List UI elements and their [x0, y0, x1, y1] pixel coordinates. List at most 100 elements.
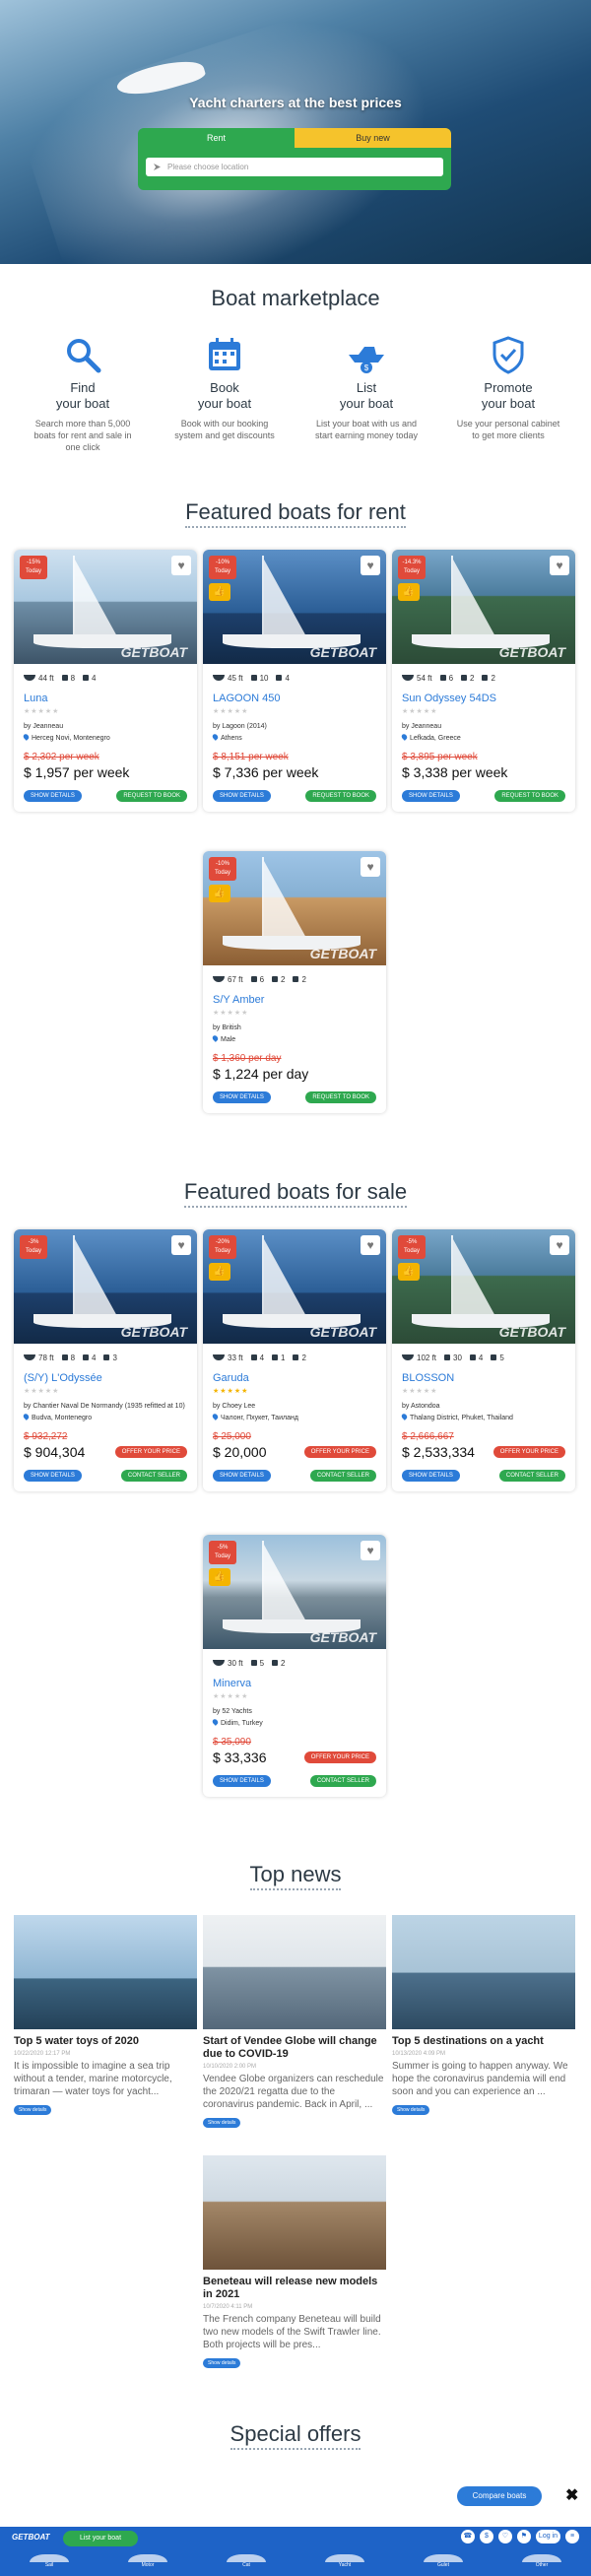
- tab-rent[interactable]: Rent: [138, 128, 295, 148]
- boat-card[interactable]: GETBOAT -20% Today 👍 ♥ 33 ft 4 1 2 Garuda ★★★★★ by …: [203, 1229, 386, 1491]
- list-your-boat-button[interactable]: List your boat: [63, 2531, 138, 2546]
- tab-buy-new[interactable]: Buy new: [295, 128, 451, 148]
- contact-seller-button[interactable]: Contact seller: [498, 1470, 565, 1482]
- boat-photo[interactable]: GETBOAT -10% Today 👍 ♥: [203, 851, 386, 965]
- news-photo[interactable]: [14, 1915, 197, 2029]
- news-date: 10/22/2020 12:17 PM: [14, 2051, 71, 2057]
- heart-icon[interactable]: ♥: [361, 857, 380, 877]
- boat-photo[interactable]: GETBOAT -3% Today ♥: [14, 1229, 197, 1344]
- boat-photo[interactable]: GETBOAT -14.3% Today 👍 ♥: [392, 550, 575, 664]
- boat-photo[interactable]: GETBOAT -15% Today ♥: [14, 550, 197, 664]
- news-title[interactable]: Top 5 destinations on a yacht: [392, 2035, 575, 2048]
- heart-icon[interactable]: ♥: [361, 1235, 380, 1255]
- boat-card[interactable]: GETBOAT -14.3% Today 👍 ♥ 54 ft 6 2 2 Sun Odyssey …: [392, 550, 575, 812]
- flag-icon[interactable]: ⚑: [516, 2530, 531, 2543]
- boat-card[interactable]: GETBOAT -5% Today 👍 ♥ 102 ft 30 4 5 BLOSSON ★★★★★ b…: [392, 1229, 575, 1491]
- show-details-button[interactable]: Show details: [203, 2358, 241, 2368]
- news-item[interactable]: Top 5 water toys of 2020 10/22/2020 12:17…: [14, 1915, 197, 2116]
- boat-photo[interactable]: GETBOAT -10% Today 👍 ♥: [203, 550, 386, 664]
- heart-icon[interactable]: ♥: [550, 556, 569, 575]
- heart-icon[interactable]: ♥: [361, 556, 380, 575]
- footer-category[interactable]: Sail: [30, 2554, 69, 2574]
- location: Thalang District, Phuket, Thailand: [392, 1410, 575, 1421]
- heart-icon[interactable]: ♥: [361, 1541, 380, 1560]
- footer-category[interactable]: Gulet: [424, 2554, 463, 2574]
- offer-price-button[interactable]: Offer your price: [492, 1446, 565, 1458]
- show-details-button[interactable]: Show details: [402, 790, 460, 802]
- news-photo[interactable]: [203, 1915, 386, 2029]
- feature-desc: Search more than 5,000 boats for rent an…: [33, 419, 132, 452]
- contact-seller-button[interactable]: Contact seller: [309, 1775, 376, 1787]
- boat-specs: 78 ft 8 4 3: [14, 1344, 197, 1362]
- show-details-button[interactable]: Show details: [203, 2118, 241, 2128]
- news-title[interactable]: Beneteau will release new models in 2021: [203, 2276, 386, 2301]
- boat-card[interactable]: GETBOAT -15% Today ♥ 44 ft 8 4 Luna ★★★★★ by Jean…: [14, 550, 197, 812]
- news-title[interactable]: Top 5 water toys of 2020: [14, 2035, 197, 2048]
- boat-photo[interactable]: GETBOAT -5% Today 👍 ♥: [392, 1229, 575, 1344]
- rent-section-title: Featured boats for rent: [0, 499, 591, 528]
- cabins-count-icon: [250, 675, 257, 681]
- menu-icon[interactable]: ≡: [565, 2530, 579, 2543]
- heart-icon[interactable]: ♥: [550, 1235, 569, 1255]
- cabins-count: 8: [61, 1354, 75, 1362]
- login-link[interactable]: Log in: [535, 2530, 560, 2543]
- boat-name[interactable]: LAGOON 450: [203, 683, 386, 704]
- show-details-button[interactable]: Show details: [392, 2105, 430, 2115]
- boat-name[interactable]: Sun Odyssey 54DS: [392, 683, 575, 704]
- boat-name[interactable]: Garuda: [203, 1362, 386, 1384]
- boat-name[interactable]: (S/Y) L'Odyssée: [14, 1362, 197, 1384]
- show-details-button[interactable]: Show details: [14, 2105, 52, 2115]
- sale-section-title: Featured boats for sale: [0, 1179, 591, 1208]
- show-details-button[interactable]: Show details: [213, 1775, 271, 1787]
- news-item[interactable]: Start of Vendee Globe will change due to…: [203, 1915, 386, 2129]
- request-to-book-button[interactable]: Request to book: [305, 1091, 376, 1103]
- footer-category[interactable]: Other: [522, 2554, 561, 2574]
- boat-length-icon: [213, 1660, 225, 1666]
- contact-seller-button[interactable]: Contact seller: [309, 1470, 376, 1482]
- news-title[interactable]: Start of Vendee Globe will change due to…: [203, 2035, 386, 2061]
- boat-photo[interactable]: GETBOAT -5% Today 👍 ♥: [203, 1535, 386, 1649]
- offer-price-button[interactable]: Offer your price: [114, 1446, 187, 1458]
- boat-card[interactable]: GETBOAT -10% Today 👍 ♥ 67 ft 6 2 2 S/Y Amber ★★★★★…: [203, 851, 386, 1113]
- footer-category[interactable]: Cat: [227, 2554, 266, 2574]
- footer-category[interactable]: Yacht: [325, 2554, 364, 2574]
- boat-name[interactable]: BLOSSON: [392, 1362, 575, 1384]
- compare-boats-button[interactable]: Compare boats: [457, 2486, 542, 2506]
- news-photo[interactable]: [203, 2155, 386, 2270]
- boat-card[interactable]: GETBOAT -3% Today ♥ 78 ft 8 4 3 (S/Y) L'Odyssée ★…: [14, 1229, 197, 1491]
- boat-name[interactable]: S/Y Amber: [203, 984, 386, 1006]
- show-details-button[interactable]: Show details: [402, 1470, 460, 1482]
- heart-icon[interactable]: ♥: [171, 556, 191, 575]
- request-to-book-button[interactable]: Request to book: [305, 790, 376, 802]
- boat-name[interactable]: Minerva: [203, 1668, 386, 1689]
- feature-subtitle: your boat: [197, 396, 252, 411]
- show-details-button[interactable]: Show details: [24, 1470, 82, 1482]
- heart-icon[interactable]: ♥: [171, 1235, 191, 1255]
- contact-seller-button[interactable]: Contact seller: [120, 1470, 187, 1482]
- offer-price-button[interactable]: Offer your price: [303, 1751, 376, 1763]
- boat-name[interactable]: Luna: [14, 683, 197, 704]
- boat-card[interactable]: GETBOAT -10% Today 👍 ♥ 45 ft 10 4 LAGOON 450 ★★★★…: [203, 550, 386, 812]
- currency-icon[interactable]: $: [479, 2530, 493, 2543]
- footer-category[interactable]: Motor: [128, 2554, 167, 2574]
- feature-title: Find: [70, 380, 96, 395]
- request-to-book-button[interactable]: Request to book: [494, 790, 565, 802]
- offer-price-button[interactable]: Offer your price: [303, 1446, 376, 1458]
- news-item[interactable]: Top 5 destinations on a yacht 10/13/2020 …: [392, 1915, 575, 2116]
- show-details-button[interactable]: Show details: [24, 790, 82, 802]
- heart-icon[interactable]: ♡: [497, 2530, 512, 2543]
- show-details-button[interactable]: Show details: [213, 1470, 271, 1482]
- show-details-button[interactable]: Show details: [213, 790, 271, 802]
- footer-logo[interactable]: GETBOAT: [12, 2533, 50, 2542]
- request-to-book-button[interactable]: Request to book: [116, 790, 187, 802]
- boat-length-value: 45 ft: [228, 674, 243, 683]
- show-details-button[interactable]: Show details: [213, 1091, 271, 1103]
- news-photo[interactable]: [392, 1915, 575, 2029]
- close-icon[interactable]: ✖: [565, 2485, 578, 2505]
- phone-icon[interactable]: ☎: [460, 2530, 475, 2543]
- boat-photo[interactable]: GETBOAT -20% Today 👍 ♥: [203, 1229, 386, 1344]
- cabins-count-icon: [444, 1354, 451, 1360]
- news-item[interactable]: Beneteau will release new models in 2021…: [203, 2155, 386, 2369]
- location-input[interactable]: Please choose location: [146, 158, 443, 176]
- boat-card[interactable]: GETBOAT -5% Today 👍 ♥ 30 ft 5 2 Minerva ★★★★★ by 5…: [203, 1535, 386, 1797]
